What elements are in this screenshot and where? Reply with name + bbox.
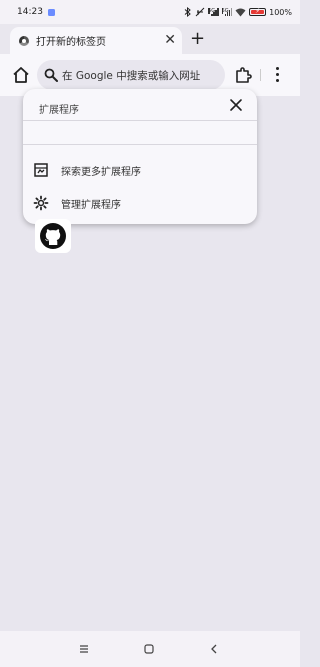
shortcut-tile-github[interactable] [35, 219, 71, 253]
new-tab-button[interactable]: + [190, 28, 205, 50]
omnibox[interactable]: 在 Google 中搜索或输入网址 [37, 60, 225, 90]
tab-new-tab[interactable]: 打开新的标签页 ✕ [10, 27, 182, 54]
search-icon [44, 68, 58, 82]
bluetooth-icon [184, 7, 191, 17]
toolbar-divider [260, 69, 261, 81]
battery-percent: 100% [269, 7, 292, 17]
popup-divider [23, 144, 257, 145]
home-icon[interactable] [12, 66, 30, 84]
app-notification-icon [47, 8, 55, 16]
browser-screen: 14:23 5G 5G ⚡ 100% 打开新的标签页 ✕ + 在 Google … [0, 0, 300, 667]
menu-lines-icon[interactable] [76, 641, 92, 657]
home-square-icon[interactable] [141, 641, 157, 657]
status-bar: 14:23 5G 5G ⚡ 100% [0, 0, 300, 24]
search-input[interactable]: 在 Google 中搜索或输入网址 [62, 68, 200, 83]
explore-extensions-label: 探索更多扩展程序 [61, 166, 141, 178]
extensions-popup: 扩展程序 探索更多扩展程序 管理扩展程序 [23, 89, 257, 224]
close-icon[interactable] [229, 98, 243, 112]
github-icon [40, 223, 66, 249]
chrome-favicon-icon [19, 35, 29, 46]
extensions-puzzle-icon[interactable] [234, 66, 252, 84]
extensions-popup-title: 扩展程序 [39, 105, 79, 116]
manage-extensions-label: 管理扩展程序 [61, 199, 121, 211]
back-chevron-icon[interactable] [206, 641, 222, 657]
status-time: 14:23 [17, 7, 43, 17]
store-icon [34, 163, 48, 177]
tab-close-icon[interactable]: ✕ [164, 31, 176, 49]
battery-icon: ⚡ [249, 7, 267, 16]
status-indicators: 5G 5G ⚡ 100% [184, 0, 292, 24]
explore-extensions-item[interactable]: 探索更多扩展程序 [23, 155, 257, 185]
tab-strip: 打开新的标签页 ✕ [0, 24, 300, 54]
more-menu-icon[interactable] [276, 67, 280, 83]
system-nav-bar [0, 631, 300, 667]
cell-signal-2-icon: 5G [221, 8, 233, 16]
gear-icon [33, 195, 49, 211]
no-sim-icon [195, 7, 205, 17]
tab-title: 打开新的标签页 [36, 37, 106, 48]
wifi-icon [235, 8, 246, 16]
popup-divider [23, 120, 257, 121]
manage-extensions-item[interactable]: 管理扩展程序 [23, 188, 257, 218]
cell-signal-1-icon: 5G [208, 8, 219, 16]
